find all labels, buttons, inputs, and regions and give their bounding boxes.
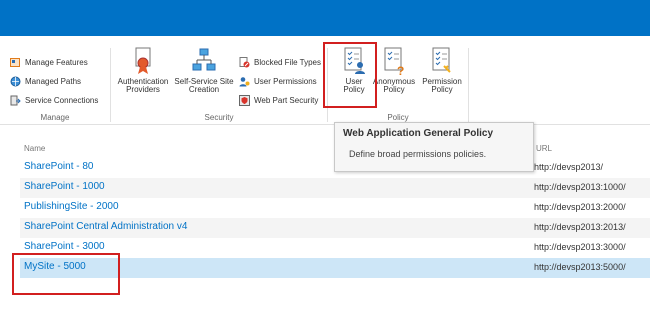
authentication-providers-button[interactable]: Authentication Providers bbox=[113, 46, 173, 94]
authentication-providers-icon bbox=[130, 46, 156, 76]
permission-policy-button[interactable]: Permission Policy bbox=[418, 46, 466, 94]
user-policy-highlight bbox=[323, 42, 377, 108]
permission-policy-line2: Policy bbox=[431, 85, 453, 94]
table-row[interactable]: PublishingSite - 2000 http://devsp2013:2… bbox=[20, 198, 650, 218]
self-service-site-creation-line2: Creation bbox=[188, 85, 220, 94]
policy-group-label: Policy bbox=[387, 113, 409, 122]
managed-paths-icon bbox=[10, 76, 21, 87]
suite-bar bbox=[0, 0, 650, 36]
permission-policy-icon bbox=[429, 46, 455, 76]
manage-group: Manage Features Managed Paths Service Co… bbox=[0, 42, 110, 124]
blocked-file-types-icon bbox=[239, 57, 250, 68]
anonymous-policy-line2: Policy bbox=[383, 85, 405, 94]
blocked-file-types-button[interactable]: Blocked File Types bbox=[239, 57, 321, 68]
service-connections-icon bbox=[10, 95, 21, 106]
web-app-name-link[interactable]: SharePoint - 1000 bbox=[24, 181, 105, 192]
web-app-name-link[interactable]: SharePoint - 80 bbox=[24, 161, 94, 172]
authentication-providers-line2: Providers bbox=[126, 85, 160, 94]
mysite-row-highlight bbox=[12, 253, 120, 295]
web-app-name-link[interactable]: SharePoint - 3000 bbox=[24, 241, 105, 252]
web-app-url: http://devsp2013:2013/ bbox=[534, 222, 626, 232]
service-connections-button[interactable]: Service Connections bbox=[10, 95, 98, 106]
web-app-url: http://devsp2013:3000/ bbox=[534, 242, 626, 252]
web-app-url: http://devsp2013/ bbox=[534, 162, 604, 172]
user-policy-tooltip: Web Application General Policy Define br… bbox=[334, 122, 534, 172]
manage-features-button[interactable]: Manage Features bbox=[10, 57, 88, 68]
web-app-name-link[interactable]: PublishingSite - 2000 bbox=[24, 201, 119, 212]
user-permissions-icon bbox=[239, 76, 250, 87]
group-divider bbox=[468, 48, 469, 122]
anonymous-policy-button[interactable]: ? Anonymous Policy bbox=[372, 46, 416, 94]
user-permissions-button[interactable]: User Permissions bbox=[239, 76, 317, 87]
web-part-security-button[interactable]: Web Part Security bbox=[239, 95, 318, 106]
blocked-file-types-label: Blocked File Types bbox=[254, 58, 321, 67]
tooltip-description: Define broad permissions policies. bbox=[349, 149, 487, 159]
manage-features-label: Manage Features bbox=[25, 58, 88, 67]
managed-paths-label: Managed Paths bbox=[25, 77, 82, 86]
user-permissions-label: User Permissions bbox=[254, 77, 317, 86]
manage-features-icon bbox=[10, 57, 21, 68]
managed-paths-button[interactable]: Managed Paths bbox=[10, 76, 81, 87]
web-app-name-link[interactable]: SharePoint Central Administration v4 bbox=[24, 221, 187, 232]
security-group-label: Security bbox=[204, 113, 234, 122]
table-row[interactable]: SharePoint - 1000 http://devsp2013:1000/ bbox=[20, 178, 650, 198]
self-service-site-creation-icon bbox=[191, 46, 217, 76]
web-part-security-icon bbox=[239, 95, 250, 106]
tooltip-title: Web Application General Policy bbox=[343, 128, 494, 139]
svg-text:?: ? bbox=[397, 64, 404, 76]
self-service-site-creation-button[interactable]: Self-Service Site Creation bbox=[171, 46, 237, 94]
web-app-url: http://devsp2013:2000/ bbox=[534, 202, 626, 212]
service-connections-label: Service Connections bbox=[25, 96, 99, 105]
web-part-security-label: Web Part Security bbox=[254, 96, 319, 105]
anonymous-policy-icon: ? bbox=[381, 46, 407, 78]
column-header-name[interactable]: Name bbox=[24, 144, 45, 153]
web-app-url: http://devsp2013:5000/ bbox=[534, 262, 626, 272]
web-app-url: http://devsp2013:1000/ bbox=[534, 182, 626, 192]
security-group: Authentication Providers Self-Service Si… bbox=[111, 42, 327, 124]
column-header-url[interactable]: URL bbox=[536, 144, 552, 153]
table-row[interactable]: SharePoint Central Administration v4 htt… bbox=[20, 218, 650, 238]
manage-group-label: Manage bbox=[40, 113, 70, 122]
